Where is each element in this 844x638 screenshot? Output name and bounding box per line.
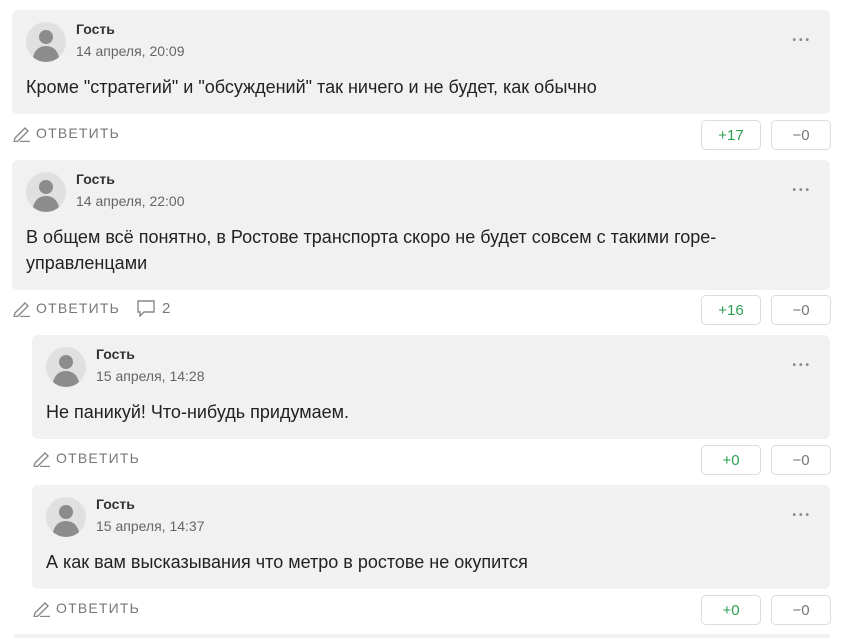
reply-label: ОТВЕТИТЬ [56, 450, 141, 466]
downvote-button[interactable]: −0 [771, 595, 831, 625]
reply-button[interactable]: ОТВЕТИТЬ [32, 449, 140, 467]
comment-text: В общем всё понятно, в Ростове транспорт… [26, 227, 717, 273]
comment-author[interactable]: Гость [76, 21, 115, 37]
more-menu-icon[interactable]: ••• [792, 186, 812, 196]
comment-text: Не паникуй! Что-нибудь придумаем. [46, 402, 350, 422]
comment-bubble-icon [137, 300, 155, 317]
reply-label: ОТВЕТИТЬ [36, 125, 121, 141]
reply-button[interactable]: ОТВЕТИТЬ [12, 124, 120, 142]
comment-bubble: Гость 15 апреля, 14:37 ••• А как вам выс… [32, 485, 830, 589]
comment-text: Кроме "стратегий" и "обсуждений" так нич… [26, 77, 597, 97]
comment-bubble: Гость 14 апреля, 20:09 ••• Кроме "страте… [12, 10, 830, 114]
pencil-icon [33, 452, 50, 467]
avatar [26, 22, 66, 62]
comment-actions: ОТВЕТИТЬ +17 −0 [12, 120, 831, 150]
reply-label: ОТВЕТИТЬ [56, 600, 141, 616]
more-menu-icon[interactable]: ••• [792, 36, 812, 46]
comment-date: 14 апреля, 22:00 [76, 193, 185, 209]
pencil-icon [33, 602, 50, 617]
downvote-button[interactable]: −0 [771, 295, 831, 325]
user-icon [52, 355, 80, 387]
comment-date: 15 апреля, 14:37 [96, 518, 205, 534]
replies-count-value: 2 [162, 299, 171, 317]
reply-button[interactable]: ОТВЕТИТЬ [12, 299, 120, 317]
avatar [46, 347, 86, 387]
more-menu-icon[interactable]: ••• [792, 511, 812, 521]
user-icon [32, 30, 60, 62]
comment-actions: ОТВЕТИТЬ +0 −0 [32, 445, 831, 475]
avatar [26, 172, 66, 212]
comment-author[interactable]: Гость [96, 496, 135, 512]
more-menu-icon[interactable]: ••• [792, 361, 812, 371]
comment-bubble: Гость 14 апреля, 22:00 ••• В общем всё п… [12, 160, 830, 290]
downvote-button[interactable]: −0 [771, 120, 831, 150]
downvote-button[interactable]: −0 [771, 445, 831, 475]
pencil-icon [13, 127, 30, 142]
comment-bubble: Гость 15 апреля, 14:28 ••• Не паникуй! Ч… [32, 335, 830, 439]
upvote-button[interactable]: +16 [701, 295, 761, 325]
comment-date: 15 апреля, 14:28 [96, 368, 205, 384]
next-comment-edge [14, 634, 830, 638]
comment-actions: ОТВЕТИТЬ 2 +16 −0 [12, 295, 831, 325]
replies-count[interactable]: 2 [136, 299, 170, 317]
user-icon [32, 180, 60, 212]
comment-date: 14 апреля, 20:09 [76, 43, 185, 59]
upvote-button[interactable]: +0 [701, 445, 761, 475]
reply-label: ОТВЕТИТЬ [36, 300, 121, 316]
user-icon [52, 505, 80, 537]
reply-button[interactable]: ОТВЕТИТЬ [32, 599, 140, 617]
comment-author[interactable]: Гость [96, 346, 135, 362]
comment-actions: ОТВЕТИТЬ +0 −0 [32, 595, 831, 625]
comment-author[interactable]: Гость [76, 171, 115, 187]
avatar [46, 497, 86, 537]
upvote-button[interactable]: +0 [701, 595, 761, 625]
comment-text: А как вам высказывания что метро в росто… [46, 552, 528, 572]
pencil-icon [13, 302, 30, 317]
upvote-button[interactable]: +17 [701, 120, 761, 150]
